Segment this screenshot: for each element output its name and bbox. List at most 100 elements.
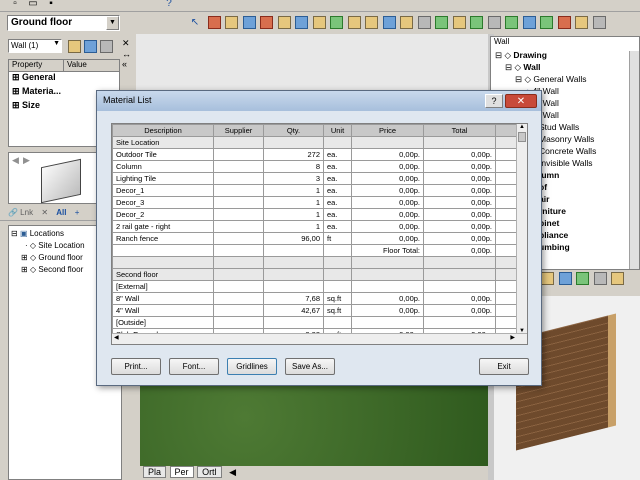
close-icon[interactable]: ✕ <box>122 38 136 49</box>
table-row[interactable]: Ranch fence 96,00 ft 0,00p. 0,00p. <box>112 232 518 245</box>
table-row[interactable]: Lighting Tile 3 ea. 0,00p. 0,00p. <box>112 172 518 185</box>
select-arrow-icon[interactable]: ↖ <box>187 15 203 31</box>
table-cell: 2 rail gate - right <box>112 220 214 233</box>
chevron-down-icon[interactable]: ▼ <box>53 40 60 47</box>
window-tool-icon[interactable] <box>242 16 256 30</box>
copy-icon[interactable] <box>593 272 607 285</box>
table-row[interactable]: Decor_2 1 ea. 0,00p. 0,00p. <box>112 208 518 221</box>
chevron-down-icon[interactable]: ▼ <box>106 16 119 30</box>
tree-item-label: binet <box>539 218 560 228</box>
table-cell <box>323 268 352 281</box>
add-icon[interactable]: + <box>75 208 80 217</box>
table-row[interactable]: Decor_3 1 ea. 0,00p. 0,00p. <box>112 196 518 209</box>
link-icon[interactable]: 🔗 Lnk <box>8 208 33 217</box>
property-copy-icon[interactable] <box>84 40 97 53</box>
scroll-left-icon[interactable]: ◀ <box>114 334 119 341</box>
print-button[interactable]: Print... <box>111 358 161 375</box>
scroll-right-icon[interactable]: ▶ <box>510 334 515 341</box>
table-hscrollbar[interactable]: ◀ ▶ <box>112 333 527 344</box>
table-row[interactable]: [Outside] <box>112 316 518 329</box>
new-icon[interactable]: ▫ <box>7 0 23 12</box>
cabinet-tool-icon[interactable] <box>365 16 379 30</box>
paint-tool-icon[interactable] <box>470 16 484 30</box>
table-vscrollbar[interactable]: ▲ ▼ <box>516 124 527 334</box>
save-icon[interactable]: ▪ <box>43 0 59 12</box>
furniture-tool-icon[interactable] <box>347 16 361 30</box>
gridlines-button[interactable]: Gridlines <box>227 358 277 375</box>
expand-icon[interactable]: ↔ <box>122 49 136 59</box>
rotate-icon[interactable] <box>558 272 572 285</box>
tree-item-drawing[interactable]: ⊟ ◇ Drawing <box>495 49 639 61</box>
comment-tool-icon[interactable] <box>452 16 466 30</box>
floor-total-row[interactable]: Floor Total: 0,00p. <box>112 244 518 257</box>
column-tool-icon[interactable] <box>312 16 326 30</box>
table-row[interactable]: 2 rail gate - right 1 ea. 0,00p. 0,00p. <box>112 220 518 233</box>
help-button[interactable]: ? <box>485 94 503 108</box>
column-header[interactable]: Qty. <box>263 124 324 137</box>
column-header[interactable]: Supplier <box>213 124 264 137</box>
table-row[interactable]: 8" Wall 7,68 sq.ft 0,00p. 0,00p. <box>112 292 518 305</box>
property-row-general[interactable]: ⊞ General <box>9 72 119 86</box>
camera-tool-icon[interactable] <box>592 16 606 30</box>
table-row[interactable] <box>112 256 518 269</box>
element-select[interactable]: Wall (1) ▼ <box>8 39 62 53</box>
edit-icon[interactable] <box>611 272 625 285</box>
column-header[interactable]: Unit <box>323 124 352 137</box>
column-header[interactable]: Total <box>423 124 496 137</box>
appliance-tool-icon[interactable] <box>382 16 396 30</box>
tree-item-wall[interactable]: ⊟ ◇ Wall <box>495 61 639 73</box>
terrain-tool-icon[interactable] <box>435 16 449 30</box>
table-cell <box>495 244 518 257</box>
table-row[interactable]: [External] <box>112 280 518 293</box>
door-tool-icon[interactable] <box>225 16 239 30</box>
property-add-icon[interactable] <box>68 40 81 53</box>
pool-tool-icon[interactable] <box>522 16 536 30</box>
close-button[interactable]: ✕ <box>505 94 537 108</box>
open-icon[interactable]: ▭ <box>25 0 41 12</box>
table-row[interactable]: Decor_1 1 ea. 0,00p. 0,00p. <box>112 184 518 197</box>
exit-button[interactable]: Exit <box>479 358 529 375</box>
wall-tool-icon[interactable] <box>207 16 221 30</box>
plant-tool-icon[interactable] <box>330 16 344 30</box>
lamp-tool-icon[interactable] <box>400 16 414 30</box>
section-row[interactable]: Site Location <box>112 136 518 149</box>
table-row[interactable]: Outdoor Tile 272 ea. 0,00p. 0,00p. <box>112 148 518 161</box>
tab-perspective[interactable]: Per <box>169 466 194 478</box>
place-icon[interactable] <box>541 272 554 285</box>
material-tool-icon[interactable] <box>487 16 501 30</box>
landscape-tool-icon[interactable] <box>505 16 519 30</box>
dialog-titlebar[interactable]: Material List ? ✕ <box>97 91 541 111</box>
house-tool-icon[interactable] <box>557 16 571 30</box>
arrow-right-icon[interactable]: ▶ <box>23 155 30 166</box>
scroll-left-icon[interactable]: ◀ <box>229 467 236 477</box>
stair-alt-tool-icon[interactable] <box>575 16 589 30</box>
column-header[interactable]: Description <box>112 124 214 137</box>
scroll-up-icon[interactable]: ▲ <box>517 124 527 130</box>
tab-plan[interactable]: Pla <box>143 466 167 478</box>
property-paste-icon[interactable] <box>100 40 113 53</box>
collapse-icon[interactable]: « <box>122 59 136 69</box>
move-icon[interactable] <box>576 272 590 285</box>
scroll-thumb[interactable] <box>518 132 526 142</box>
tree-scrollbar[interactable] <box>629 51 639 269</box>
column-header[interactable]: Price <box>351 124 424 137</box>
font-button[interactable]: Font... <box>169 358 219 375</box>
material-table-frame: Description Supplier Qty. Unit Price Tot… <box>111 123 528 345</box>
roof-tool-icon[interactable] <box>260 16 274 30</box>
tree-item-general-walls[interactable]: ⊟ ◇ General Walls <box>495 73 639 85</box>
railing-tool-icon[interactable] <box>295 16 309 30</box>
filter-icon[interactable]: All <box>56 208 66 217</box>
text-tool-icon[interactable] <box>417 16 431 30</box>
deck-tool-icon[interactable] <box>540 16 554 30</box>
table-row[interactable]: Column 8 ea. 0,00p. 0,00p. <box>112 160 518 173</box>
stair-tool-icon[interactable] <box>277 16 291 30</box>
delete-icon[interactable]: ✕ <box>41 208 48 217</box>
save-as-button[interactable]: Save As... <box>285 358 335 375</box>
table-row[interactable]: 4" Wall 42,67 sq.ft 0,00p. 0,00p. <box>112 304 518 317</box>
floor-select[interactable]: Ground floor ▼ <box>7 15 120 31</box>
section-row[interactable]: Second floor <box>112 268 518 281</box>
arrow-left-icon[interactable]: ◀ <box>12 155 19 166</box>
help-icon[interactable]: ? <box>161 0 177 12</box>
tab-ortho[interactable]: Ortl <box>197 466 222 478</box>
table-cell <box>213 148 264 161</box>
